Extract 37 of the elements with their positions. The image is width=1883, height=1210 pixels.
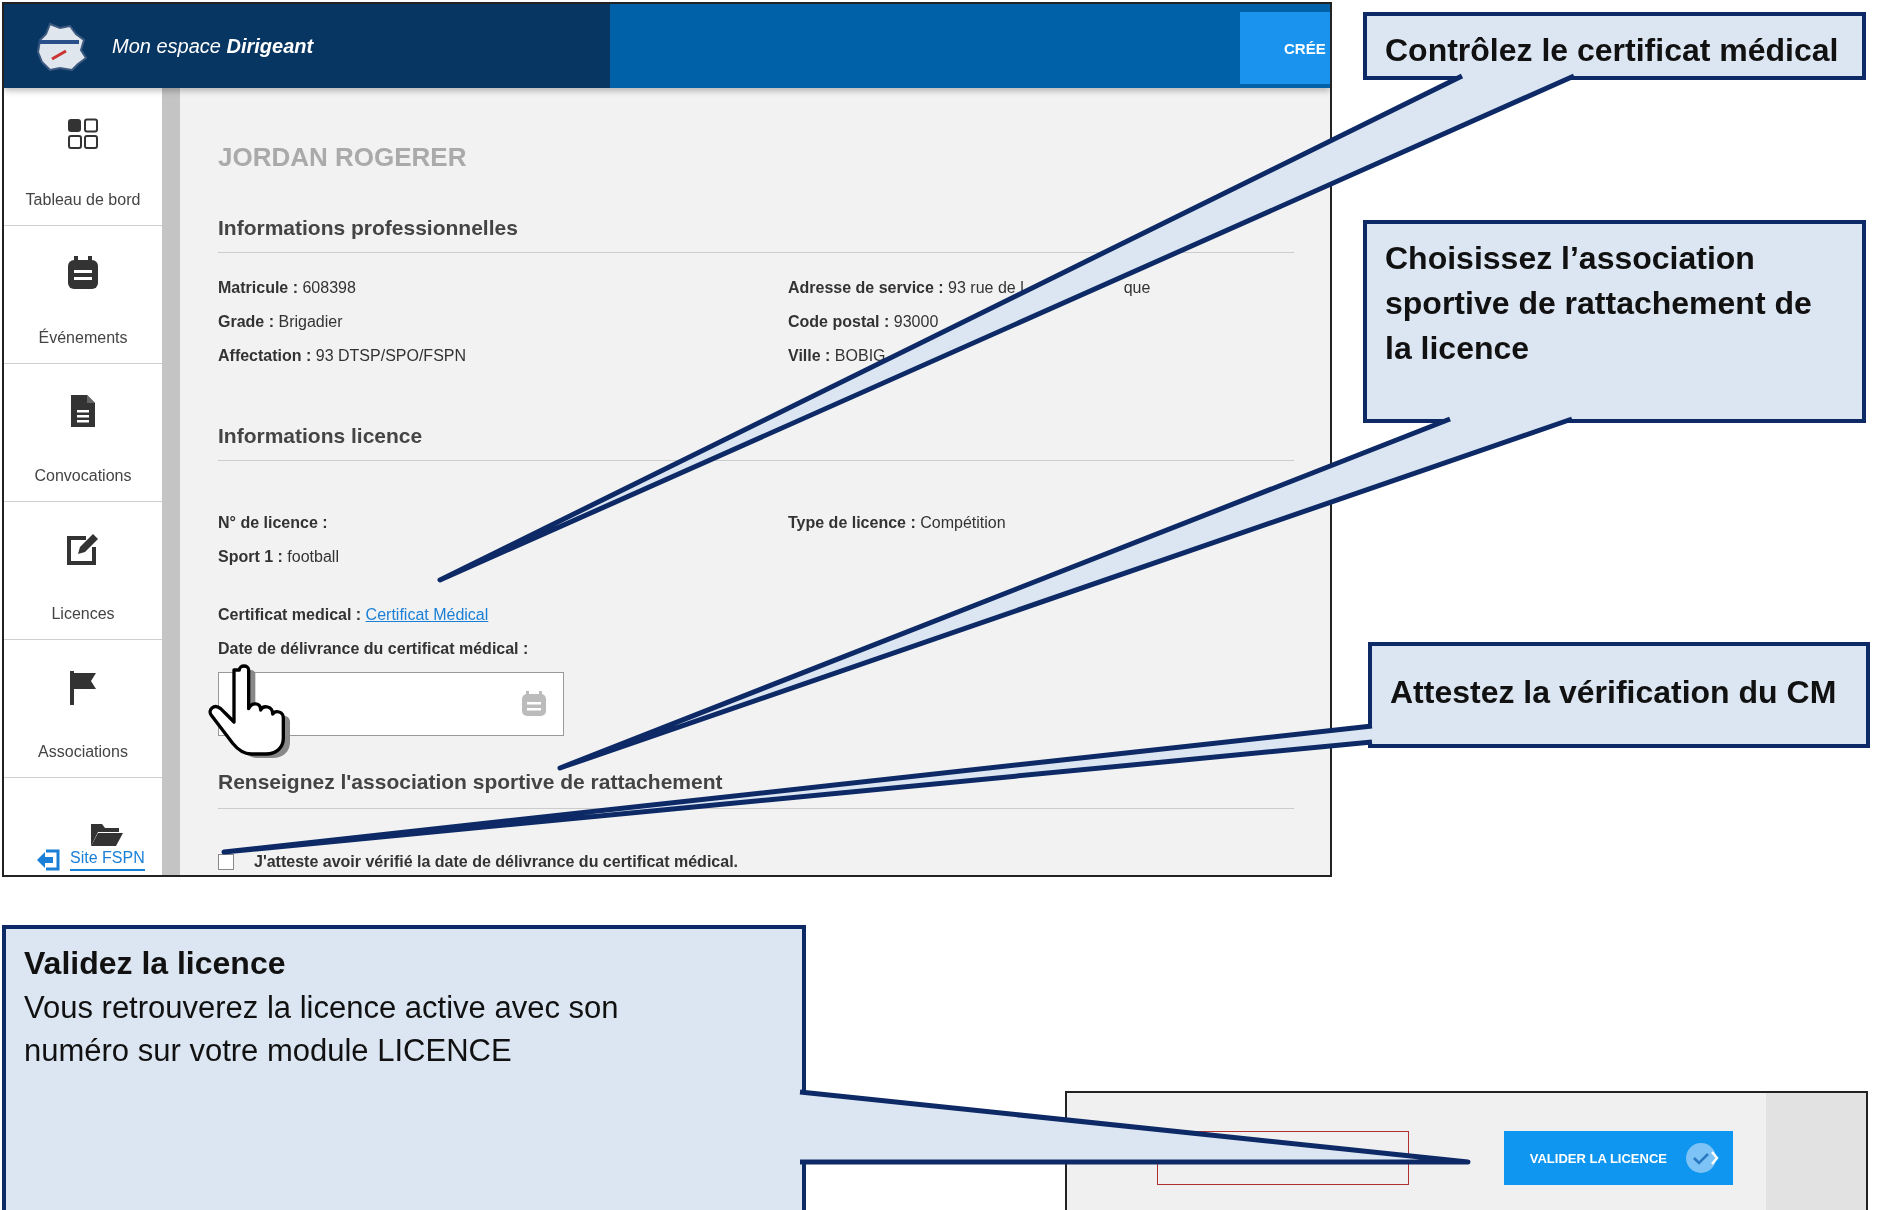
callout-title: Attestez la vérification du CM	[1390, 673, 1838, 712]
field-text: Affectation : 93 DTSP/SPO/FSPN	[218, 347, 467, 364]
checkbox[interactable]	[218, 854, 234, 870]
sidebar-item-label[interactable]: Tableau de bord	[25, 191, 141, 209]
document-icon	[70, 394, 96, 428]
field-text: Code postal : 93000	[788, 313, 939, 330]
field-text: Sport 1 : football	[218, 548, 339, 565]
exit-icon	[36, 849, 60, 871]
field-text: Ville : BOBIG	[788, 347, 886, 364]
site-link[interactable]: Site FSPN	[70, 849, 145, 871]
field-text: que	[1123, 279, 1151, 296]
scrollbar[interactable]	[162, 88, 180, 875]
member-name: JORDAN ROGERER	[218, 142, 468, 173]
callout-text: Vous retrouverez la licence active avec son numéro sur votre module LICENCE	[24, 988, 620, 1071]
calendar-icon	[67, 256, 99, 290]
dashboard-icon	[67, 118, 99, 150]
field-text: Grade : Brigadier	[218, 313, 343, 330]
sidebar-item-label[interactable]: Licences	[51, 605, 115, 623]
app-title: Mon espace Dirigeant	[112, 34, 314, 58]
field-label: Date de délivrance du certificat médical :	[218, 640, 530, 658]
sidebar-item-label[interactable]: Associations	[38, 743, 128, 761]
callout-title: Choisissez l’association sportive de rattachement de la licence	[1385, 239, 1813, 368]
calendar-icon	[521, 691, 547, 717]
flag-icon	[69, 670, 97, 706]
edit-icon	[66, 532, 100, 566]
callout-title: Validez la licence	[24, 944, 287, 983]
field-text: Matricule : 608398	[218, 279, 356, 296]
check-icon	[1685, 1141, 1719, 1175]
callout-title: Contrôlez le certificat médical	[1385, 31, 1840, 70]
sidebar-item-label[interactable]: Convocations	[34, 467, 132, 485]
certificate-link[interactable]: Certificat Médical	[365, 606, 489, 623]
folder-icon	[90, 821, 125, 847]
field-label: Certificat medical :	[218, 606, 362, 623]
checkbox-label: J'atteste avoir vérifié la date de délivrance du certificat médical.	[254, 853, 738, 871]
field-text: Type de licence : Compétition	[788, 514, 1006, 531]
field-text: N° de licence :	[218, 514, 328, 531]
sidebar-item-label[interactable]: Événements	[38, 329, 128, 347]
